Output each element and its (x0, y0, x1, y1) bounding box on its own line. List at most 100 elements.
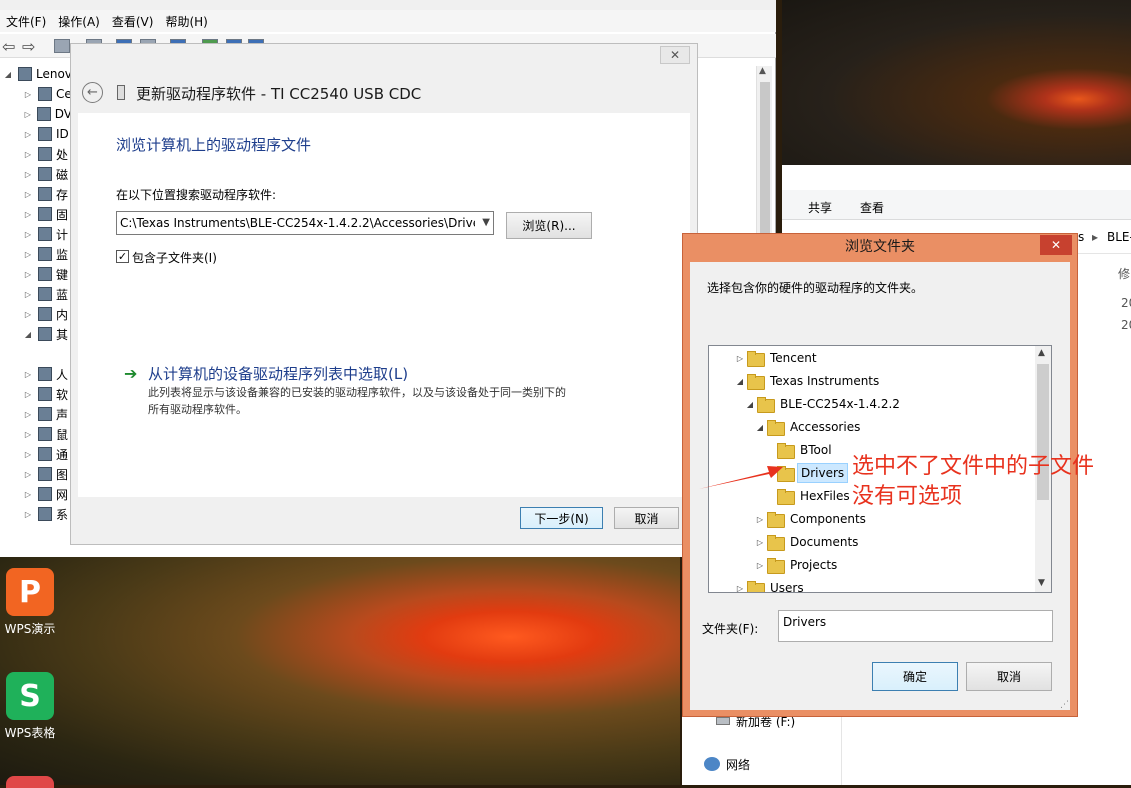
tree-expander-icon[interactable]: ▷ (735, 584, 745, 593)
device-tree-item[interactable]: ▷ DV (0, 104, 72, 124)
wizard-cancel-button[interactable]: 取消 (614, 507, 679, 529)
menu-view[interactable]: 查看(V) (106, 13, 160, 30)
device-tree-item[interactable]: ▷ 鼠 (0, 424, 72, 444)
pick-description-line-2: 所有驱动程序软件。 (148, 403, 247, 416)
tree-expander-icon[interactable]: ▷ (22, 190, 34, 199)
wizard-back-icon[interactable]: ← (82, 82, 103, 103)
device-tree-item[interactable]: ▷ 蓝 (0, 284, 72, 304)
device-tree-item[interactable]: ▷ 计 (0, 224, 72, 244)
device-tree-item[interactable]: ◢ Lenov (0, 64, 80, 84)
tree-expander-icon[interactable]: ▷ (735, 354, 745, 363)
browse-close-icon[interactable]: ✕ (1040, 235, 1072, 255)
tree-expander-icon[interactable]: ▷ (22, 150, 34, 159)
folder-tree-item[interactable]: ◢ Accessories (755, 416, 863, 438)
wizard-title: 更新驱动程序软件 - TI CC2540 USB CDC (136, 85, 422, 103)
tree-expander-icon[interactable]: ▷ (22, 170, 34, 179)
column-header-modified[interactable]: 修 (1118, 265, 1131, 282)
menu-action[interactable]: 操作(A) (52, 13, 106, 30)
tree-expander-icon[interactable]: ▷ (22, 410, 34, 419)
device-tree-item[interactable]: ▷ 固 (0, 204, 72, 224)
device-tree-item[interactable]: ▷ 网 (0, 484, 72, 504)
tree-expander-icon[interactable]: ▷ (22, 90, 34, 99)
tree-expander-icon[interactable]: ▷ (22, 430, 34, 439)
tree-expander-icon[interactable]: ▷ (22, 250, 34, 259)
device-tree-item[interactable]: ▷ 磁 (0, 164, 72, 184)
chevron-down-icon[interactable]: ▼ (482, 217, 490, 228)
tree-expander-icon[interactable]: ▷ (22, 210, 34, 219)
menu-file[interactable]: 文件(F) (0, 13, 52, 30)
tree-expander-icon[interactable]: ▷ (22, 230, 34, 239)
tree-expander-icon[interactable]: ▷ (755, 561, 765, 570)
address-segment[interactable]: s (1078, 230, 1084, 244)
device-tree-item[interactable]: ▷ 监 (0, 244, 72, 264)
tree-expander-icon[interactable]: ◢ (2, 70, 14, 79)
folder-name-input[interactable]: Drivers (778, 610, 1053, 642)
next-button[interactable]: 下一步(N) (520, 507, 603, 529)
tree-expander-icon[interactable]: ◢ (735, 377, 745, 386)
folder-icon (747, 351, 765, 367)
device-tree-item[interactable]: ▷ ID (0, 124, 72, 144)
tree-expander-icon[interactable]: ▷ (22, 450, 34, 459)
device-tree-item[interactable]: ◢ 其 (0, 324, 72, 344)
tree-expander-icon[interactable]: ▷ (22, 110, 33, 119)
device-tree-item[interactable]: ▷ 声 (0, 404, 72, 424)
tree-expander-icon[interactable]: ▷ (22, 310, 34, 319)
device-tree-item[interactable] (0, 344, 74, 364)
folder-tree-item[interactable]: ▷ Users (735, 577, 807, 593)
folder-tree-item[interactable]: ◢ BLE-CC254x-1.4.2.2 (745, 393, 903, 415)
folder-tree-item[interactable]: ▷ Components (755, 508, 869, 530)
tree-expander-icon[interactable]: ▷ (22, 390, 34, 399)
address-segment[interactable]: BLE- (1107, 230, 1131, 244)
menu-help[interactable]: 帮助(H) (159, 13, 213, 30)
tree-expander-icon[interactable]: ▷ (22, 470, 34, 479)
desktop-icon-wps-spreadsheet[interactable]: S WPS表格 (0, 672, 60, 741)
tree-expander-icon[interactable]: ▷ (22, 510, 34, 519)
pick-from-list-link[interactable]: 从计算机的设备驱动程序列表中选取(L) (148, 363, 408, 384)
tree-expander-icon[interactable]: ◢ (22, 330, 34, 339)
tree-expander-icon[interactable]: ▷ (755, 515, 765, 524)
tree-expander-icon[interactable]: ▷ (22, 490, 34, 499)
tree-expander-icon[interactable]: ◢ (755, 423, 765, 432)
back-arrow-icon[interactable]: ⇦ (2, 37, 15, 56)
device-tree-item[interactable]: ▷ 系 (0, 504, 72, 524)
browse-cancel-button[interactable]: 取消 (966, 662, 1052, 691)
properties-icon[interactable] (54, 39, 70, 53)
folder-tree-item[interactable]: ▷ Documents (755, 531, 861, 553)
desktop-icon-wps-presentation[interactable]: P WPS演示 (0, 568, 60, 637)
scroll-up-icon[interactable]: ▲ (759, 66, 766, 76)
ok-button[interactable]: 确定 (872, 662, 958, 691)
folder-tree-item[interactable]: ▷ Projects (755, 554, 840, 576)
folder-label: Components (790, 512, 866, 526)
tree-expander-icon[interactable]: ▷ (22, 290, 34, 299)
device-tree-item[interactable]: ▷ 处 (0, 144, 72, 164)
tree-expander-icon[interactable]: ▷ (755, 538, 765, 547)
driver-path-combobox[interactable]: C:\Texas Instruments\BLE-CC254x-1.4.2.2\… (116, 211, 494, 235)
folder-tree-item[interactable]: ◢ Texas Instruments (735, 370, 882, 392)
explorer-tab-share[interactable]: 共享 (808, 199, 832, 216)
forward-arrow-icon[interactable]: ⇨ (22, 37, 35, 56)
tree-expander-icon[interactable]: ▷ (22, 130, 34, 139)
scroll-up-icon[interactable]: ▲ (1038, 348, 1045, 358)
include-subfolders-checkbox[interactable]: ✓ (116, 250, 129, 263)
device-tree-item[interactable]: ▷ 图 (0, 464, 72, 484)
scroll-down-icon[interactable]: ▼ (1038, 578, 1045, 588)
device-category-icon (38, 467, 52, 481)
resize-grip-icon[interactable]: ⋰ (1060, 700, 1069, 710)
device-tree-item[interactable]: ▷ 内 (0, 304, 72, 324)
desktop-icon-partial[interactable] (6, 776, 54, 788)
explorer-tab-view[interactable]: 查看 (860, 199, 884, 216)
device-tree-item[interactable]: ▷ 存 (0, 184, 72, 204)
folder-tree-item[interactable]: BTool (765, 439, 835, 461)
tree-expander-icon[interactable]: ▷ (22, 270, 34, 279)
tree-expander-icon[interactable]: ◢ (745, 400, 755, 409)
folder-tree-item[interactable]: ▷ Tencent (735, 347, 820, 369)
tree-expander-icon[interactable]: ▷ (22, 370, 34, 379)
device-tree-item[interactable]: ▷ 通 (0, 444, 72, 464)
device-tree-item[interactable]: ▷ Ce (0, 84, 72, 104)
device-tree-item[interactable]: ▷ 人 (0, 364, 72, 384)
wizard-close-icon[interactable]: ✕ (660, 46, 690, 64)
device-tree-item[interactable]: ▷ 键 (0, 264, 72, 284)
browse-button[interactable]: 浏览(R)... (506, 212, 592, 239)
device-tree-label: 其 (56, 327, 69, 342)
device-tree-item[interactable]: ▷ 软 (0, 384, 72, 404)
